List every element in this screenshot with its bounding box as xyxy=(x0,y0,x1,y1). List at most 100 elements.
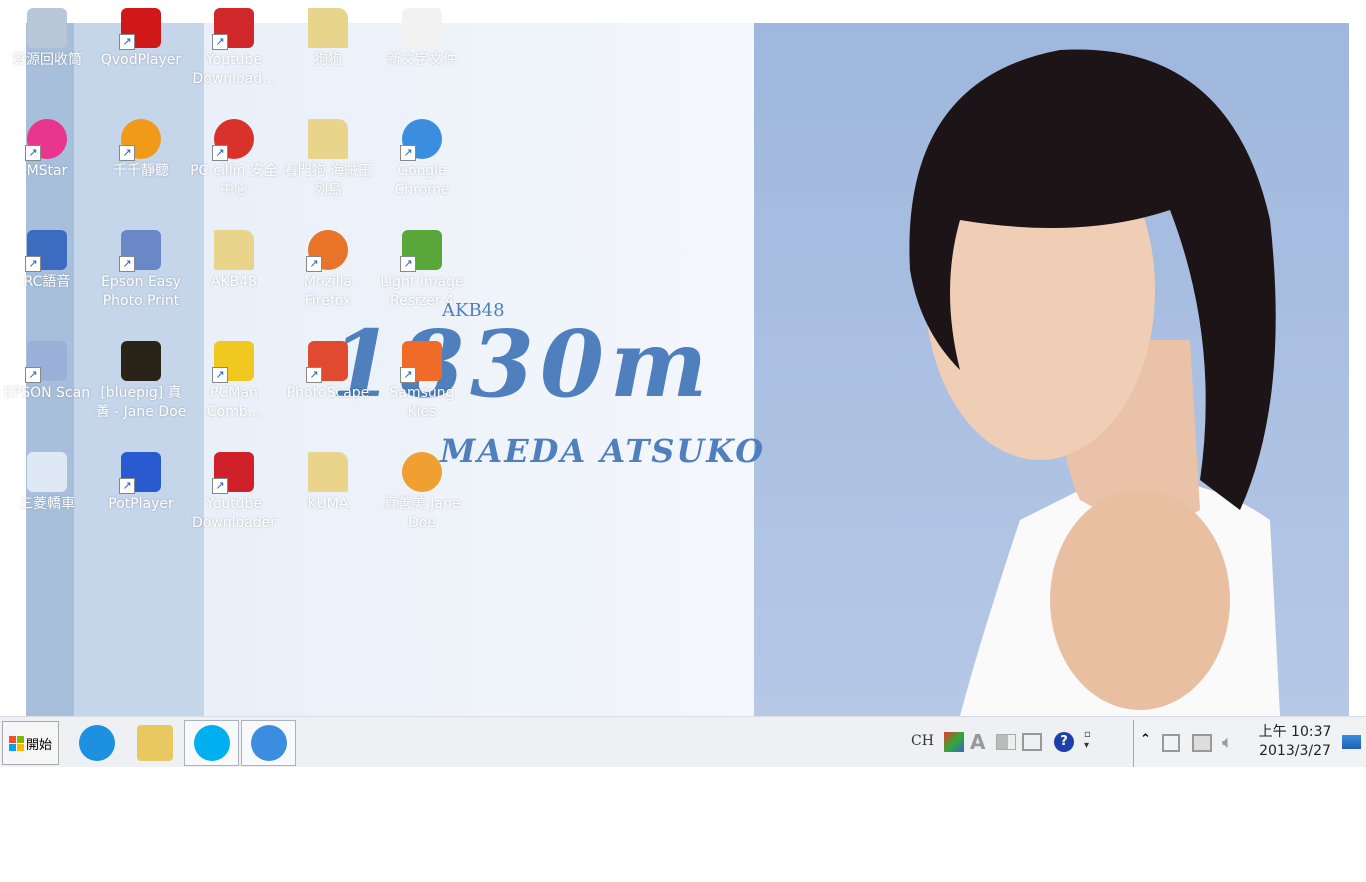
clock-time: 上午 10:37 xyxy=(1258,724,1332,740)
shortcut-arrow-icon: ↗ xyxy=(119,478,135,494)
desktop-icon[interactable]: 三菱轎車 xyxy=(1,452,93,514)
clock-date: 2013/3/27 xyxy=(1259,743,1331,759)
skype-icon xyxy=(193,725,230,761)
yd-icon: ↗ xyxy=(212,452,254,494)
wallpaper-portrait xyxy=(909,49,1280,716)
taskbar-internet-explorer-button[interactable] xyxy=(69,720,124,766)
shortcut-arrow-icon: ↗ xyxy=(400,145,416,161)
shortcut-arrow-icon: ↗ xyxy=(400,256,416,272)
shortcut-arrow-icon: ↗ xyxy=(119,256,135,272)
desktop-icon[interactable]: ↗ 千千靜聽 xyxy=(95,119,187,181)
shortcut-arrow-icon: ↗ xyxy=(306,367,322,383)
folder-icon xyxy=(308,8,348,48)
folder-icon xyxy=(308,452,348,492)
kies-icon: ↗ xyxy=(400,341,442,383)
show-hidden-icons-button[interactable]: ⌃ xyxy=(1140,732,1151,747)
audio-file-icon xyxy=(402,452,442,492)
show-desktop-button[interactable] xyxy=(1342,735,1361,749)
desktop-icon[interactable]: ↗ Youtube Downloader xyxy=(188,452,280,533)
epson-photo-icon: ↗ xyxy=(119,230,161,272)
recycle-bin-icon xyxy=(27,8,67,48)
power-icon[interactable] xyxy=(1162,734,1180,752)
desktop-icon-label: PC-cillin 安全中心 xyxy=(190,163,278,198)
help-icon[interactable]: ? xyxy=(1054,732,1074,752)
shortcut-arrow-icon: ↗ xyxy=(212,367,228,383)
desktop-icon[interactable]: ↗ PCMan Comb... xyxy=(188,341,280,422)
desktop-icon[interactable]: ↗ Youtube Download... xyxy=(188,8,280,89)
folder-icon xyxy=(214,230,254,270)
taskbar: 開始 CH A ? ▫ ▾ ⌃ 🔈︎ 上午 10:37 2013/3/27 xyxy=(0,716,1366,767)
desktop-icon[interactable]: ↗ Samsung Kies xyxy=(376,341,468,422)
desktop-icon-label: PCMan Comb... xyxy=(206,385,262,420)
desktop-icon[interactable]: ↗ Epson Easy Photo Print xyxy=(95,230,187,311)
desktop-icon[interactable]: ↗ Google Chrome xyxy=(376,119,468,200)
language-indicator[interactable]: CH xyxy=(911,733,934,749)
desktop-icon-label: AKB48 xyxy=(210,274,258,290)
desktop-icon[interactable]: ↗ PotPlayer xyxy=(95,452,187,514)
shortcut-arrow-icon: ↗ xyxy=(212,34,228,50)
desktop-icon[interactable]: AKB48 xyxy=(188,230,280,292)
folder-icon xyxy=(136,725,173,761)
desktop-icon-label: Samsung Kies xyxy=(389,385,455,420)
qvod-icon: ↗ xyxy=(119,8,161,50)
shortcut-arrow-icon: ↗ xyxy=(306,256,322,272)
desktop-icon[interactable]: ↗ Light Image Resizer 4 xyxy=(376,230,468,311)
logo-subtitle: MAEDA ATSUKO xyxy=(440,432,766,470)
fullwidth-icon[interactable] xyxy=(996,734,1016,750)
desktop: AKB48 1830m MAEDA ATSUKO 資源回收筒 ↗ QvodPlaye… xyxy=(0,0,1366,716)
desktop-icon[interactable]: ↗ MStar xyxy=(1,119,93,181)
desktop-icon-label: 三菱轎車 xyxy=(19,496,75,512)
taskbar-skype-button[interactable] xyxy=(184,720,239,766)
start-label: 開始 xyxy=(25,737,52,753)
video-file-icon xyxy=(121,341,161,381)
desktop-icon-label: KUMA xyxy=(307,496,349,512)
word-doc-icon xyxy=(27,452,67,492)
desktop-icon-label: 千千靜聽 xyxy=(113,163,169,179)
taskbar-file-explorer-button[interactable] xyxy=(127,720,182,766)
desktop-icon-label: Epson Easy Photo Print xyxy=(101,274,181,309)
desktop-icon[interactable]: KUMA xyxy=(282,452,374,514)
desktop-icon-label: Light Image Resizer 4 xyxy=(380,274,464,309)
windows-logo-icon xyxy=(8,735,24,751)
chrome-icon xyxy=(250,725,287,761)
desktop-icon-label: [bluepig] 真善 - Jane Doe xyxy=(95,385,187,420)
desktop-icon-label: PhotoScape xyxy=(286,385,370,401)
desktop-icon-label: RC語音 xyxy=(23,274,71,290)
desktop-icon[interactable]: 狗狗 xyxy=(282,8,374,70)
desktop-icon-label: QvodPlayer xyxy=(100,52,182,68)
start-button[interactable]: 開始 xyxy=(2,721,59,765)
shortcut-arrow-icon: ↗ xyxy=(25,145,41,161)
volume-icon[interactable]: 🔈︎ xyxy=(1222,732,1233,753)
ime-icon[interactable] xyxy=(944,732,964,752)
desktop-icon[interactable]: ↗ PhotoScape xyxy=(282,341,374,403)
shortcut-arrow-icon: ↗ xyxy=(212,145,228,161)
shortcut-arrow-icon: ↗ xyxy=(25,256,41,272)
desktop-icon[interactable]: ↗ Mozilla Firefox xyxy=(282,230,374,311)
desktop-icon-label: 資源回收筒 xyxy=(12,52,82,68)
desktop-icon[interactable]: ↗ EPSON Scan xyxy=(1,341,93,403)
softkeyboard-icon[interactable] xyxy=(1022,733,1042,751)
desktop-icon-label: Youtube Downloader xyxy=(192,496,276,531)
desktop-icon[interactable]: ↗ PC-cillin 安全中心 xyxy=(188,119,280,200)
ttplayer-icon: ↗ xyxy=(119,119,161,161)
text-file-icon xyxy=(402,8,442,48)
desktop-icon[interactable]: ↗ RC語音 xyxy=(1,230,93,292)
shortcut-arrow-icon: ↗ xyxy=(119,34,135,50)
desktop-icon-label: MStar xyxy=(26,163,68,179)
desktop-icon[interactable]: 新文字文件 xyxy=(376,8,468,70)
desktop-icon[interactable]: ↗ QvodPlayer xyxy=(95,8,187,70)
desktop-icon[interactable]: 看門狗 海賊王 列島 xyxy=(282,119,374,200)
clock[interactable]: 上午 10:37 2013/3/27 xyxy=(1250,723,1340,761)
taskbar-chrome-button[interactable] xyxy=(241,720,296,766)
desktop-icon-label: 看門狗 海賊王 列島 xyxy=(283,163,373,198)
photoscape-icon: ↗ xyxy=(306,341,348,383)
ime-options-icon[interactable]: ▫ ▾ xyxy=(1084,729,1091,751)
desktop-icon-label: Google Chrome xyxy=(394,163,450,198)
network-icon[interactable] xyxy=(1192,734,1212,752)
font-icon[interactable]: A xyxy=(970,730,985,754)
desktop-icon[interactable]: 資源回收筒 xyxy=(1,8,93,70)
desktop-icon[interactable]: [bluepig] 真善 - Jane Doe xyxy=(95,341,187,422)
pccillin-icon: ↗ xyxy=(212,119,254,161)
desktop-icon[interactable]: 真善美 Jane Doe xyxy=(376,452,468,533)
firefox-icon: ↗ xyxy=(306,230,348,272)
